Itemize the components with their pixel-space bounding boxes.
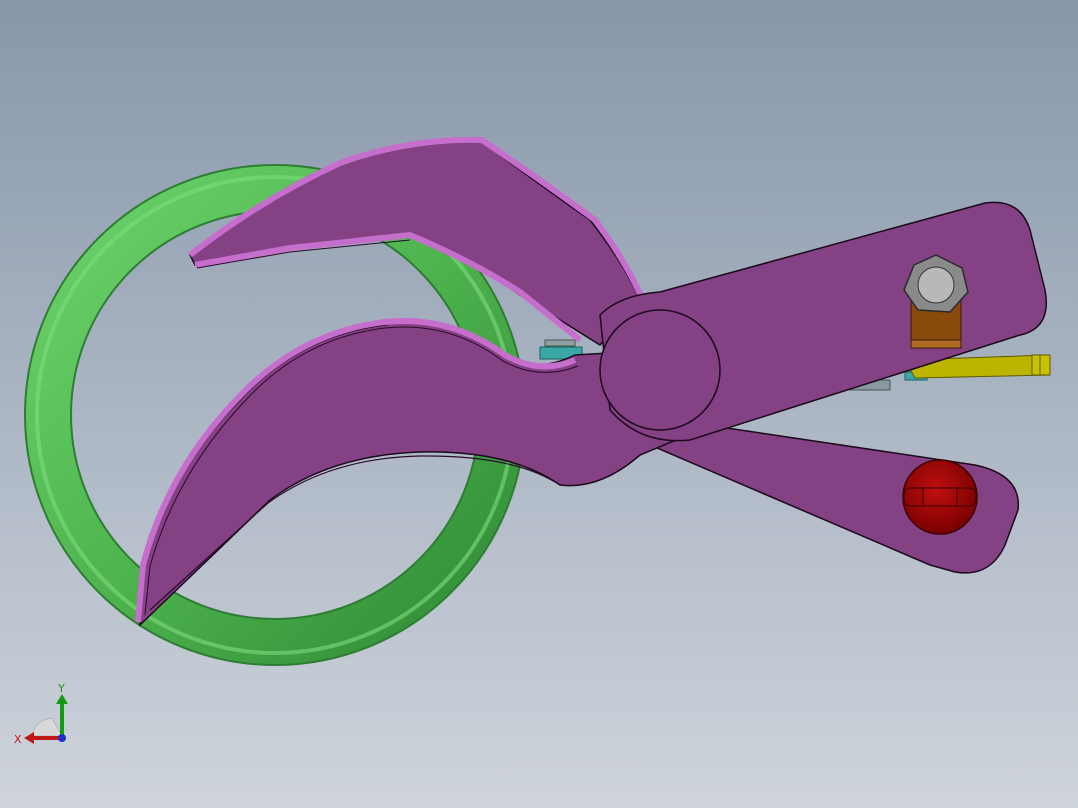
graphics-viewport[interactable]: X Y [0,0,1078,808]
z-axis [58,734,66,742]
cad-model[interactable] [0,0,1078,808]
view-orientation-triad: X Y [14,682,68,746]
pivot-part[interactable] [599,309,721,431]
y-axis-label: Y [57,682,65,695]
x-axis-label: X [14,733,22,746]
red-knob-part[interactable] [902,459,978,535]
nut-bracket-part[interactable] [903,254,969,349]
